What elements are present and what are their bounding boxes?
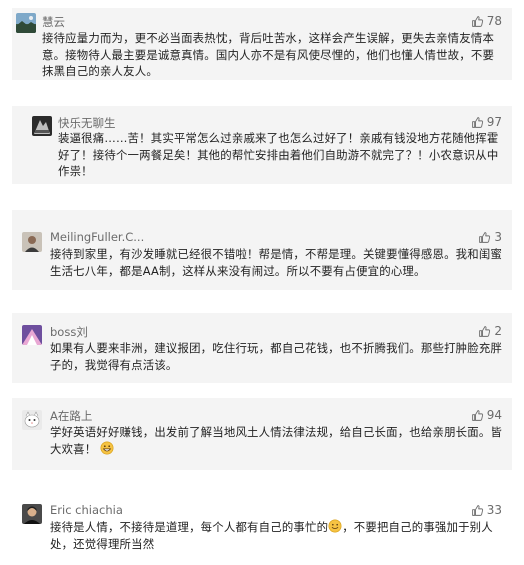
like-count: 33 bbox=[486, 503, 502, 517]
comment-username[interactable]: 快乐无聊生 bbox=[58, 115, 116, 131]
comment-username[interactable]: boss刘 bbox=[50, 324, 88, 340]
comment-text-body: 学好英语好好赚钱，出发前了解当地风土人情法律法规，给自己长面，也给亲朋长面。皆大… bbox=[50, 425, 503, 456]
comment-username[interactable]: MeilingFuller.C... bbox=[50, 230, 144, 244]
thumbs-up-icon bbox=[471, 15, 483, 27]
comment-text: 接待应量力而为，更不必当面表热忱，背后吐苦水，这样会产生误解，更失去亲情友情本意… bbox=[42, 31, 495, 78]
comment-card: MeilingFuller.C... 3 接待到家里，有沙发睡就已经很不错啦！帮… bbox=[12, 210, 512, 290]
like-count: 2 bbox=[494, 324, 502, 338]
comment-text: 接待是人情，不接待是道理，每个人都有自己的事忙的 ，不要把自己的事强加于别人处，还… bbox=[50, 519, 504, 552]
like-count: 3 bbox=[494, 230, 502, 244]
comment-username[interactable]: Eric chiachia bbox=[50, 503, 123, 517]
avatar-purple-icon[interactable] bbox=[22, 325, 42, 345]
avatar-cat-icon[interactable] bbox=[22, 410, 42, 430]
smile-emoji-icon bbox=[328, 519, 342, 533]
like-button[interactable]: 2 bbox=[478, 324, 502, 338]
comment-text-body: 接待是人情，不接待是道理，每个人都有自己的事忙的 bbox=[50, 520, 329, 534]
thumbs-up-icon bbox=[479, 231, 491, 243]
avatar-man-icon[interactable] bbox=[22, 504, 42, 524]
avatar-landscape-icon[interactable] bbox=[16, 13, 36, 33]
like-button[interactable]: 97 bbox=[471, 115, 502, 129]
like-button[interactable]: 94 bbox=[471, 408, 502, 422]
thumbs-up-icon bbox=[471, 504, 483, 516]
grinning-emoji-icon bbox=[100, 441, 114, 454]
like-count: 94 bbox=[486, 408, 502, 422]
like-count: 97 bbox=[486, 115, 502, 129]
like-button[interactable]: 78 bbox=[471, 14, 502, 28]
comment-card: 慧云 78 接待应量力而为，更不必当面表热忱，背后吐苦水，这样会产生误解，更失去… bbox=[12, 8, 512, 80]
avatar-dark-icon[interactable] bbox=[32, 116, 52, 136]
comment-text: 如果有人要来非洲，建议报团，吃住行玩，都自己花钱，也不折腾我们。那些打肿脸充胖子… bbox=[50, 341, 503, 372]
comment-card: boss刘 2 如果有人要来非洲，建议报团，吃住行玩，都自己花钱，也不折腾我们。… bbox=[12, 313, 512, 383]
avatar-person-icon[interactable] bbox=[22, 232, 42, 252]
comment-text: 接待到家里，有沙发睡就已经很不错啦！帮是情，不帮是理。关键要懂得感恩。我和闺蜜生… bbox=[50, 247, 503, 278]
comment-username[interactable]: 慧云 bbox=[42, 14, 65, 30]
comment-card: A在路上 94 学好英语好好赚钱，出发前了解当地风土人情法律法规，给自己长面，也… bbox=[12, 398, 512, 470]
like-button[interactable]: 33 bbox=[471, 503, 502, 517]
like-button[interactable]: 3 bbox=[478, 230, 502, 244]
thumbs-up-icon bbox=[471, 116, 483, 128]
comment-text: 学好英语好好赚钱，出发前了解当地风土人情法律法规，给自己长面，也给亲朋长面。皆大… bbox=[50, 424, 504, 457]
thumbs-up-icon bbox=[471, 409, 483, 421]
comment-card: Eric chiachia 33 接待是人情，不接待是道理，每个人都有自己的事忙… bbox=[12, 495, 512, 560]
thumbs-up-icon bbox=[479, 325, 491, 337]
comment-username[interactable]: A在路上 bbox=[50, 408, 92, 424]
comment-card: 快乐无聊生 97 装逼很痛……苦！其实平常怎么过亲戚来了也怎么过好了！亲戚有钱没… bbox=[12, 106, 512, 184]
like-count: 78 bbox=[486, 14, 502, 28]
comment-text: 装逼很痛……苦！其实平常怎么过亲戚来了也怎么过好了！亲戚有钱没地方花随他挥霍好了… bbox=[58, 131, 499, 178]
